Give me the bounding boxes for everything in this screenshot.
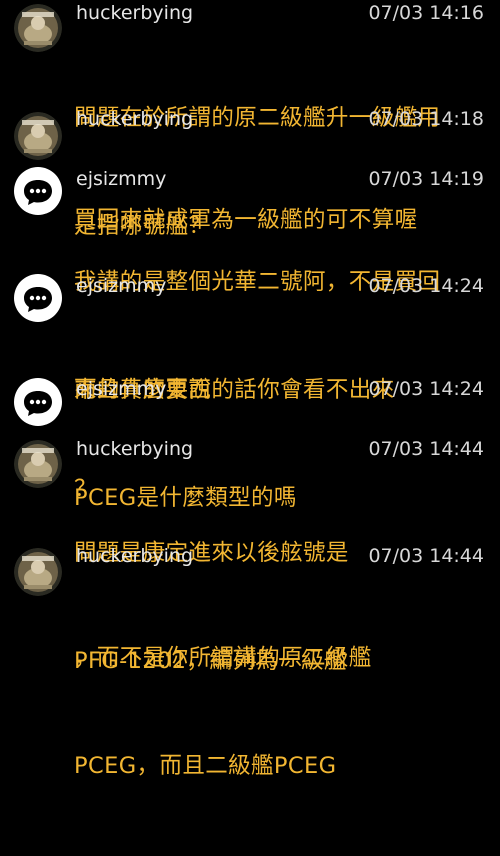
user-avatar[interactable] (14, 378, 62, 426)
comment-timestamp: 07/03 14:44 (368, 438, 484, 460)
comment-timestamp: 07/03 14:19 (368, 168, 484, 190)
comment-text: ，而不是你所謂講的原二級艦 PCEG，而且二級艦PCEG (74, 568, 494, 856)
comment-timestamp: 07/03 14:24 (368, 378, 484, 400)
comment-timestamp: 07/03 14:44 (368, 545, 484, 567)
comment-timestamp: 07/03 14:24 (368, 275, 484, 297)
comment-timestamp: 07/03 14:18 (368, 108, 484, 130)
comment-username[interactable]: ejsizmmy (76, 377, 166, 401)
comment-username[interactable]: huckerbying (76, 1, 193, 25)
chat-bubble-icon (24, 180, 52, 205)
user-avatar[interactable] (14, 440, 62, 488)
comment-line: PCEG，而且二級艦PCEG (74, 753, 337, 779)
user-photo-avatar-icon (14, 4, 62, 52)
chat-bubble-icon (24, 391, 52, 416)
chat-bubble-icon (24, 287, 52, 312)
user-avatar[interactable] (14, 4, 62, 52)
user-photo-avatar-icon (14, 112, 62, 160)
comment-timestamp: 07/03 14:16 (368, 2, 484, 24)
user-photo-avatar-icon (14, 440, 62, 488)
user-photo-avatar-icon (14, 548, 62, 596)
comment-username[interactable]: ejsizmmy (76, 167, 166, 191)
comment-username[interactable]: huckerbying (76, 107, 193, 131)
comment-username[interactable]: ejsizmmy (76, 274, 166, 298)
user-avatar[interactable] (14, 112, 62, 160)
comment-username[interactable]: huckerbying (76, 437, 193, 461)
comment-username[interactable]: huckerbying (76, 544, 193, 568)
comment-line: ，而不是你所謂講的原二級艦 (74, 645, 372, 671)
user-avatar[interactable] (14, 548, 62, 596)
user-avatar[interactable] (14, 167, 62, 215)
user-avatar[interactable] (14, 274, 62, 322)
